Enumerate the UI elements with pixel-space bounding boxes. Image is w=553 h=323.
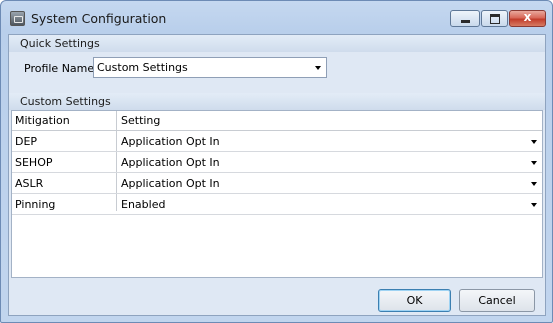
close-button[interactable]: x [509,10,546,27]
maximize-button[interactable] [481,10,508,27]
close-icon: x [523,10,532,24]
table-row[interactable]: ASLR Application Opt In [12,173,542,194]
table-row[interactable]: DEP Application Opt In [12,131,542,152]
mitigation-cell: SEHOP [15,156,53,169]
mitigation-cell: Pinning [15,198,56,211]
quick-settings-heading: Quick Settings [20,37,100,50]
table-row[interactable]: Pinning Enabled [12,194,542,215]
setting-dropdown[interactable]: Application Opt In [121,156,220,169]
chevron-down-icon[interactable] [531,182,537,186]
title-bar[interactable]: System Configuration x [1,1,552,35]
chevron-down-icon[interactable] [531,161,537,165]
profile-name-label: Profile Name [24,62,95,75]
dialog-body: Quick Settings Profile Name Custom Setti… [8,34,546,316]
column-header-mitigation[interactable]: Mitigation [15,114,70,127]
cancel-button[interactable]: Cancel [459,289,535,312]
setting-dropdown[interactable]: Application Opt In [121,177,220,190]
table-row[interactable]: SEHOP Application Opt In [12,152,542,173]
mitigation-table[interactable]: Mitigation Setting DEP Application Opt I… [11,110,543,278]
chevron-down-icon[interactable] [531,203,537,207]
setting-dropdown[interactable]: Application Opt In [121,135,220,148]
setting-dropdown[interactable]: Enabled [121,198,165,211]
table-header: Mitigation Setting [12,111,542,131]
quick-settings-header: Quick Settings [9,35,545,52]
chevron-down-icon[interactable] [315,66,321,70]
mitigation-cell: DEP [15,135,38,148]
mitigation-cell: ASLR [15,177,44,190]
minimize-button[interactable] [450,10,480,27]
profile-name-dropdown[interactable]: Custom Settings [93,57,327,78]
ok-button[interactable]: OK [378,289,451,312]
profile-name-value: Custom Settings [97,61,188,74]
system-configuration-window: System Configuration x Quick Settings Pr… [0,0,553,323]
custom-settings-header: Custom Settings [9,93,545,110]
custom-settings-heading: Custom Settings [20,95,111,108]
chevron-down-icon[interactable] [531,140,537,144]
column-header-setting[interactable]: Setting [121,114,160,127]
app-window-icon[interactable] [10,11,25,26]
window-title: System Configuration [31,11,167,26]
